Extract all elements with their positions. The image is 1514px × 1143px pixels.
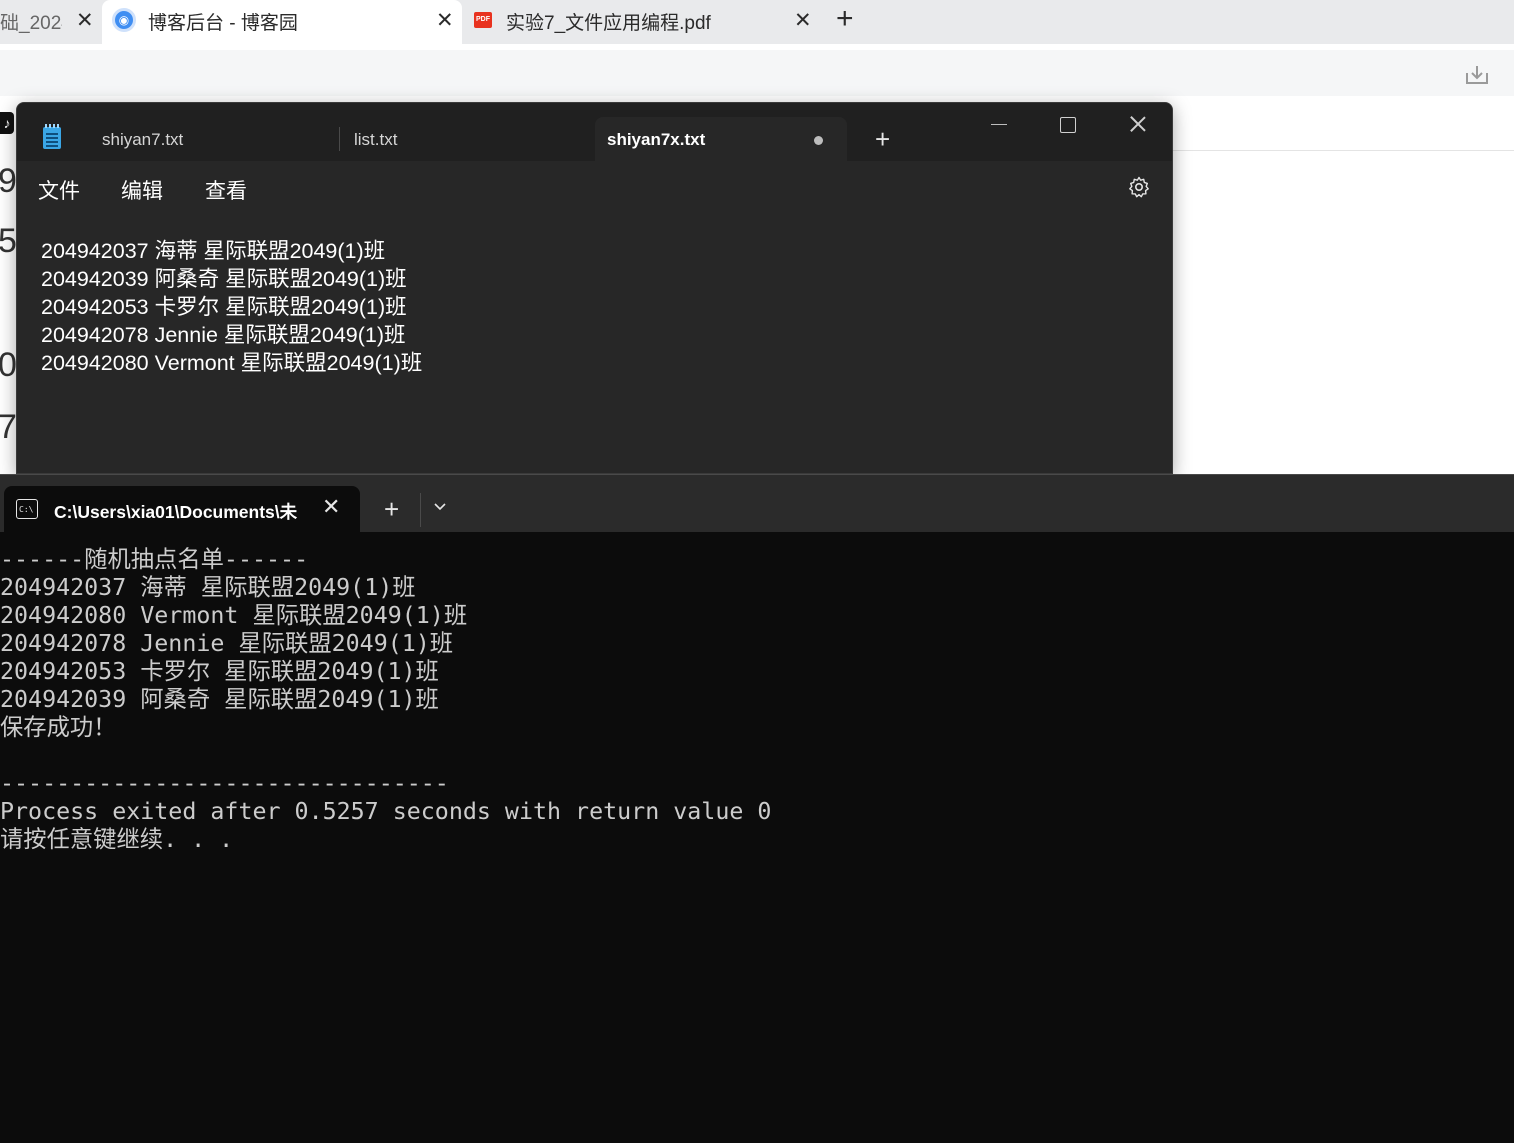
browser-tab-course[interactable]: 础_2024 ✕: [0, 0, 100, 44]
menu-edit[interactable]: 编辑: [121, 175, 163, 205]
page-edge-digit: 0: [0, 346, 17, 384]
desktop-screen: 础_2024 ✕ ◉ 博客后台 - 博客园 ✕ PDF 实验7_文件应用编程.p…: [0, 0, 1514, 1143]
browser-tab-label: 实验7_文件应用编程.pdf: [506, 13, 711, 34]
output-line: 保存成功！: [0, 714, 117, 741]
terminal-tab-title: C:\Users\xia01\Documents\未: [54, 502, 298, 522]
browser-tab-label: 础_2024: [0, 13, 62, 34]
output-line: ​: [0, 742, 771, 770]
editor-line: 204942078 Jennie 星际联盟2049(1)班: [41, 323, 406, 347]
terminal-new-tab-button[interactable]: +: [384, 495, 399, 523]
editor-line: 204942053 卡罗尔 星际联盟2049(1)班: [41, 295, 407, 319]
terminal-output[interactable]: ------随机抽点名单------ 204942037 海蒂 星际联盟2049(…: [0, 546, 771, 854]
tab-separator: [420, 493, 421, 527]
tab-label: list.txt: [354, 130, 398, 149]
editor-line: 204942039 阿桑奇 星际联盟2049(1)班: [41, 267, 407, 291]
pdf-favicon-icon: PDF: [474, 12, 492, 28]
maximize-button[interactable]: [1047, 111, 1087, 139]
menu-view[interactable]: 查看: [205, 175, 247, 205]
browser-tab-strip: 础_2024 ✕ ◉ 博客后台 - 博客园 ✕ PDF 实验7_文件应用编程.p…: [0, 0, 1514, 44]
page-edge-digit: 9: [0, 162, 17, 200]
output-line: 请按任意键继续. . .: [0, 826, 234, 853]
minimize-button[interactable]: [979, 111, 1019, 139]
page-edge-digit: 5: [0, 222, 17, 260]
download-icon[interactable]: [1464, 63, 1490, 87]
output-line: 204942037 海蒂 星际联盟2049(1)班: [0, 574, 416, 601]
notepad-app-icon: [43, 124, 61, 149]
close-window-button[interactable]: [1118, 111, 1158, 139]
chevron-down-icon[interactable]: [432, 499, 448, 515]
console-icon: C:\: [16, 499, 38, 519]
browser-toolbar: [0, 50, 1514, 96]
editor-line: 204942037 海蒂 星际联盟2049(1)班: [41, 239, 386, 263]
browser-tab-label: 博客后台 - 博客园: [148, 13, 298, 34]
cnblogs-favicon-icon: ◉: [112, 8, 136, 32]
browser-tab-cnblogs[interactable]: ◉ 博客后台 - 博客园 ✕: [102, 0, 462, 44]
output-line: --------------------------------: [0, 770, 449, 797]
output-line: Process exited after 0.5257 seconds with…: [0, 798, 772, 825]
terminal-window: C:\ C:\Users\xia01\Documents\未 ✕ + -----…: [0, 474, 1514, 1143]
notepad-menubar: [17, 161, 1172, 213]
notepad-text-editor[interactable]: 204942037 海蒂 星际联盟2049(1)班 204942039 阿桑奇 星…: [41, 237, 422, 377]
close-icon[interactable]: ✕: [76, 9, 94, 33]
tiktok-icon[interactable]: ♪: [0, 112, 14, 134]
close-icon[interactable]: ✕: [322, 496, 340, 518]
editor-line: 204942080 Vermont 星际联盟2049(1)班: [41, 351, 423, 375]
page-edge-digit: 7: [0, 408, 17, 446]
tab-label: shiyan7.txt: [102, 130, 184, 149]
close-icon[interactable]: ✕: [436, 9, 454, 33]
output-line: 204942078 Jennie 星际联盟2049(1)班: [0, 630, 454, 657]
notepad-tab-list[interactable]: list.txt: [354, 117, 592, 163]
tab-label: shiyan7x.txt: [607, 130, 706, 149]
notepad-tab-shiyan7x[interactable]: shiyan7x.txt: [595, 117, 847, 163]
close-icon[interactable]: ✕: [794, 9, 812, 33]
notepad-add-tab-button[interactable]: +: [875, 125, 890, 153]
output-line: 204942080 Vermont 星际联盟2049(1)班: [0, 602, 468, 629]
tab-separator: [339, 127, 340, 151]
new-tab-button[interactable]: +: [836, 4, 854, 34]
terminal-tab[interactable]: C:\ C:\Users\xia01\Documents\未 ✕: [4, 486, 360, 533]
menu-file[interactable]: 文件: [38, 175, 80, 205]
page-divider: [1172, 150, 1514, 151]
browser-tab-pdf[interactable]: PDF 实验7_文件应用编程.pdf ✕: [464, 0, 824, 44]
notepad-window: shiyan7.txt list.txt shiyan7x.txt + 文件 编…: [16, 102, 1173, 474]
output-line: 204942053 卡罗尔 星际联盟2049(1)班: [0, 658, 439, 685]
unsaved-dot-icon[interactable]: [814, 136, 823, 145]
terminal-tab-bar: C:\ C:\Users\xia01\Documents\未 ✕ +: [0, 474, 1514, 533]
output-line: 204942039 阿桑奇 星际联盟2049(1)班: [0, 686, 439, 713]
notepad-tab-shiyan7[interactable]: shiyan7.txt: [102, 117, 340, 163]
output-line: ------随机抽点名单------: [0, 546, 309, 573]
settings-gear-icon[interactable]: [1127, 175, 1151, 199]
